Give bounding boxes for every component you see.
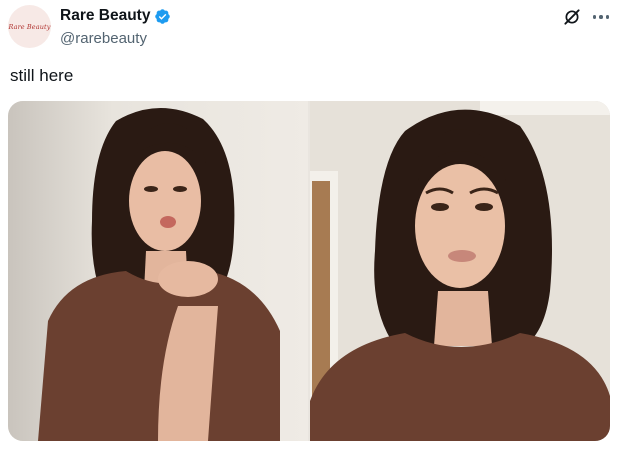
grok-button[interactable]	[561, 6, 583, 28]
user-handle[interactable]: @rarebeauty	[60, 30, 147, 47]
tweet-card: Rare Beauty Rare Beauty @rarebeauty stil…	[0, 0, 634, 455]
media-grid	[8, 101, 610, 441]
more-options-button[interactable]	[590, 6, 612, 28]
name-row: Rare Beauty	[60, 7, 171, 25]
avatar-logo-text: Rare Beauty	[8, 22, 51, 31]
profile-avatar[interactable]: Rare Beauty	[8, 5, 51, 48]
photo-2-image	[310, 101, 610, 441]
photo-1-image	[8, 101, 308, 441]
tweet-text: still here	[10, 66, 74, 85]
more-icon	[592, 15, 610, 19]
photo-2[interactable]	[310, 101, 610, 441]
grok-icon	[564, 9, 580, 25]
display-name[interactable]: Rare Beauty	[60, 7, 150, 25]
photo-1[interactable]	[8, 101, 308, 441]
verified-badge-icon	[154, 8, 171, 25]
